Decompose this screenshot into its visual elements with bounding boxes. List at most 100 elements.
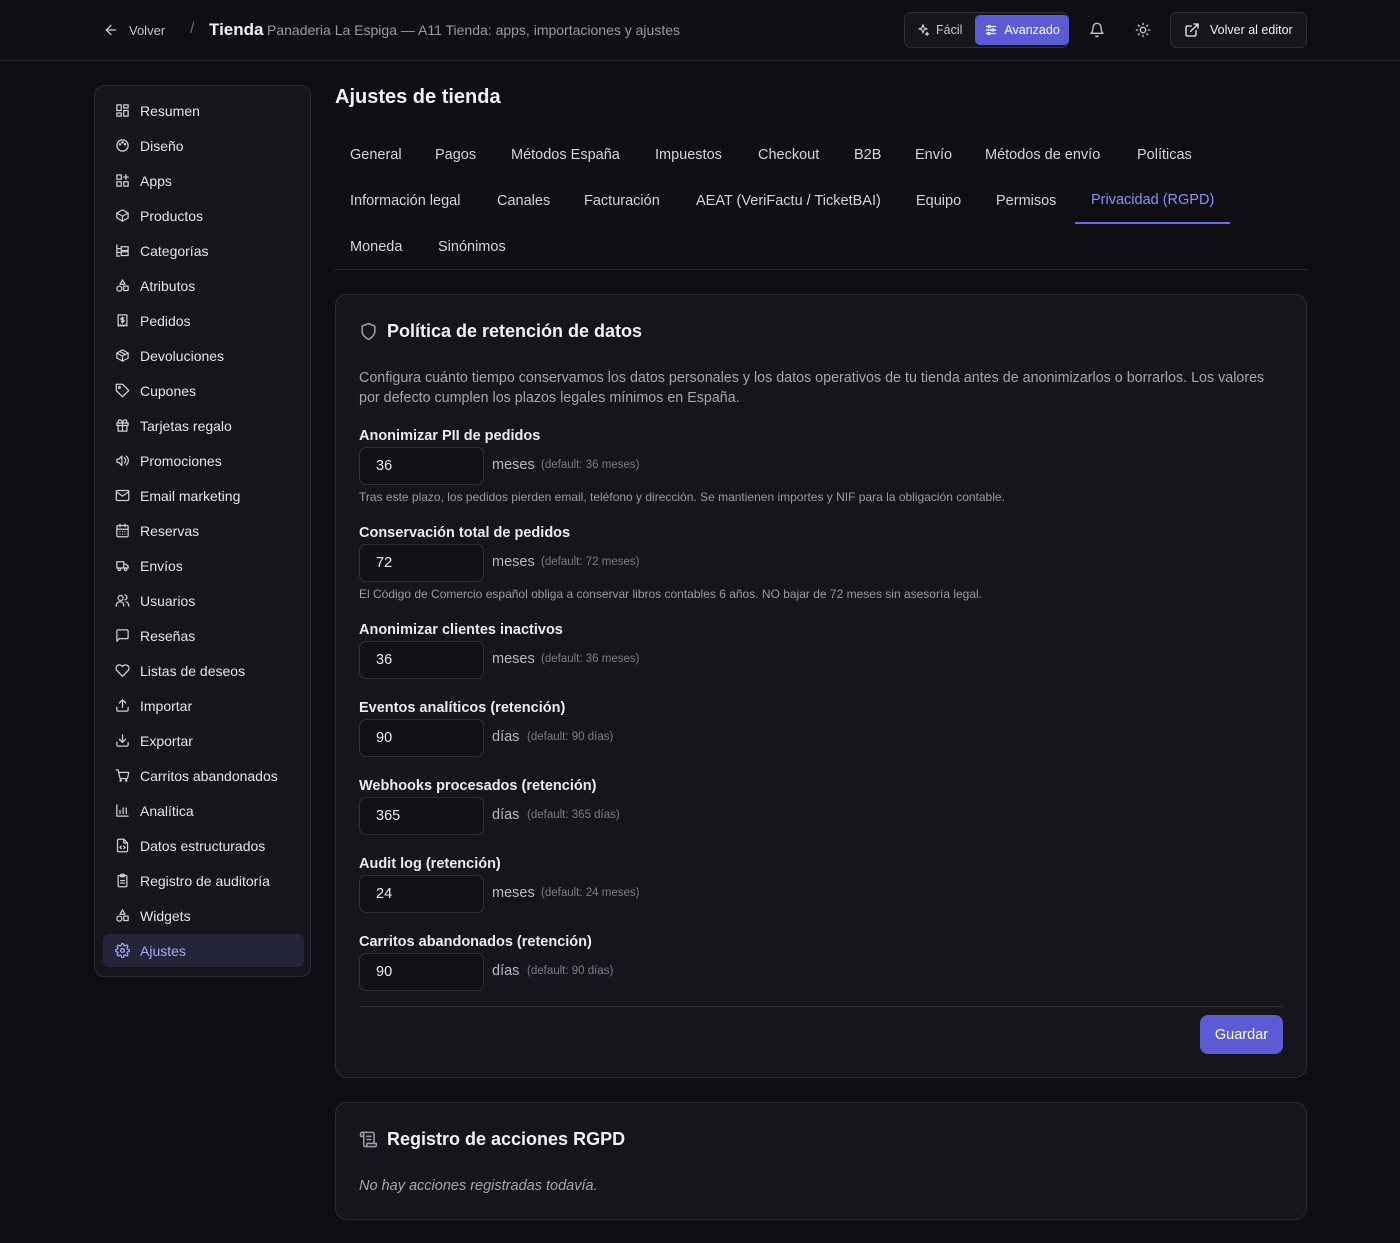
retention-value-input[interactable] xyxy=(359,447,484,485)
tab-envio[interactable]: Envío xyxy=(899,132,968,178)
gift-icon xyxy=(115,418,130,433)
cart-icon xyxy=(115,768,130,783)
receipt-icon xyxy=(115,313,130,328)
sidebar-item-pedidos[interactable]: Pedidos xyxy=(103,304,304,337)
tab-general[interactable]: General xyxy=(334,132,418,178)
scroll-text-icon xyxy=(359,1130,378,1149)
sidebar-item-ajustes[interactable]: Ajustes xyxy=(103,934,304,967)
sidebar-item-reservas[interactable]: Reservas xyxy=(103,514,304,547)
file-code-icon xyxy=(115,838,130,853)
notifications-button[interactable] xyxy=(1085,18,1109,42)
back-label: Volver xyxy=(129,22,166,38)
mode-switch: Fácil Avanzado xyxy=(904,12,1069,48)
tab-politicas[interactable]: Políticas xyxy=(1121,132,1208,178)
theme-toggle-button[interactable] xyxy=(1131,18,1155,42)
field-label: Audit log (retención) xyxy=(359,856,501,872)
sidebar-item-resumen[interactable]: Resumen xyxy=(103,94,304,127)
sidebar-item-label: Resumen xyxy=(140,102,200,119)
retention-policy-header: Política de retención de datos xyxy=(359,321,642,342)
tab-moneda[interactable]: Moneda xyxy=(334,224,418,270)
sidebar: Resumen Diseño Apps Productos Categorías Atri… xyxy=(94,85,311,977)
save-button[interactable]: Guardar xyxy=(1200,1015,1283,1054)
tab-privacidad-rgpd[interactable]: Privacidad (RGPD) xyxy=(1075,178,1231,224)
sidebar-item-label: Registro de auditoría xyxy=(140,872,270,889)
grid-icon xyxy=(115,103,130,118)
sidebar-item-resenas[interactable]: Reseñas xyxy=(103,619,304,652)
field-default: (default: 72 meses) xyxy=(541,556,640,568)
sidebar-item-usuarios[interactable]: Usuarios xyxy=(103,584,304,617)
sidebar-item-label: Reseñas xyxy=(140,627,196,644)
mode-easy-label: Fácil xyxy=(936,23,963,37)
breadcrumb-separator: / xyxy=(190,20,195,37)
tab-sinonimos[interactable]: Sinónimos xyxy=(422,224,522,270)
retention-value-input[interactable] xyxy=(359,797,484,835)
sidebar-item-label: Envíos xyxy=(140,557,183,574)
back-button[interactable]: Volver xyxy=(103,18,165,42)
shapes-icon xyxy=(115,278,130,293)
sidebar-item-apps[interactable]: Apps xyxy=(103,164,304,197)
field-default: (default: 365 días) xyxy=(527,809,620,821)
tab-aeat-verifactu-ticketbai[interactable]: AEAT (VeriFactu / TicketBAI) xyxy=(680,178,897,224)
sidebar-item-analitica[interactable]: Analítica xyxy=(103,794,304,827)
sidebar-item-categorias[interactable]: Categorías xyxy=(103,234,304,267)
sidebar-item-label: Analítica xyxy=(140,802,194,819)
retention-value-input[interactable] xyxy=(359,544,484,582)
sidebar-item-label: Tarjetas regalo xyxy=(140,417,232,434)
sidebar-item-registro-de-auditoria[interactable]: Registro de auditoría xyxy=(103,864,304,897)
sidebar-item-tarjetas-regalo[interactable]: Tarjetas regalo xyxy=(103,409,304,442)
sidebar-item-cupones[interactable]: Cupones xyxy=(103,374,304,407)
sidebar-item-label: Listas de deseos xyxy=(140,662,246,679)
sidebar-item-devoluciones[interactable]: Devoluciones xyxy=(103,339,304,372)
mode-easy-button[interactable]: Fácil xyxy=(907,15,971,45)
back-to-editor-button[interactable]: Volver al editor xyxy=(1170,12,1307,48)
sidebar-item-label: Carritos abandonados xyxy=(140,767,278,784)
tab-metodos-espana[interactable]: Métodos España xyxy=(495,132,636,178)
retention-value-input[interactable] xyxy=(359,953,484,991)
box-icon xyxy=(115,208,130,223)
tab-checkout[interactable]: Checkout xyxy=(742,132,835,178)
field-unit: días xyxy=(492,963,520,979)
tab-b2b[interactable]: B2B xyxy=(838,132,897,178)
retention-value-input[interactable] xyxy=(359,641,484,679)
field-unit: meses xyxy=(492,457,535,473)
sidebar-item-atributos[interactable]: Atributos xyxy=(103,269,304,302)
retention-value-input[interactable] xyxy=(359,875,484,913)
rgpd-log-empty-text: No hay acciones registradas todavía. xyxy=(359,1178,598,1194)
tab-facturacion[interactable]: Facturación xyxy=(568,178,676,224)
tab-impuestos[interactable]: Impuestos xyxy=(639,132,738,178)
sun-icon xyxy=(1135,22,1151,38)
tab-pagos[interactable]: Pagos xyxy=(419,132,492,178)
tab-permisos[interactable]: Permisos xyxy=(980,178,1072,224)
mail-icon xyxy=(115,488,130,503)
sidebar-item-datos-estructurados[interactable]: Datos estructurados xyxy=(103,829,304,862)
rgpd-log-header: Registro de acciones RGPD xyxy=(359,1129,625,1150)
field-unit: meses xyxy=(492,885,535,901)
sidebar-item-email-marketing[interactable]: Email marketing xyxy=(103,479,304,512)
sidebar-item-carritos-abandonados[interactable]: Carritos abandonados xyxy=(103,759,304,792)
settings-tabs: General Pagos Métodos España Impuestos Check… xyxy=(334,132,1307,270)
sidebar-item-exportar[interactable]: Exportar xyxy=(103,724,304,757)
retention-value-input[interactable] xyxy=(359,719,484,757)
sidebar-item-productos[interactable]: Productos xyxy=(103,199,304,232)
sidebar-item-widgets[interactable]: Widgets xyxy=(103,899,304,932)
mode-advanced-button[interactable]: Avanzado xyxy=(975,15,1069,45)
sidebar-item-importar[interactable]: Importar xyxy=(103,689,304,722)
sidebar-item-listas-de-deseos[interactable]: Listas de deseos xyxy=(103,654,304,687)
field-label: Conservación total de pedidos xyxy=(359,525,571,541)
sidebar-item-envios[interactable]: Envíos xyxy=(103,549,304,582)
users-icon xyxy=(115,593,130,608)
field-unit: días xyxy=(492,729,520,745)
external-link-icon xyxy=(1184,22,1200,38)
mode-advanced-label: Avanzado xyxy=(1004,23,1060,37)
sidebar-item-promociones[interactable]: Promociones xyxy=(103,444,304,477)
tab-informacion-legal[interactable]: Información legal xyxy=(334,178,476,224)
sidebar-item-label: Pedidos xyxy=(140,312,191,329)
tab-metodos-de-envio[interactable]: Métodos de envío xyxy=(969,132,1116,178)
tab-canales[interactable]: Canales xyxy=(481,178,566,224)
sidebar-item-label: Widgets xyxy=(140,907,191,924)
sidebar-item-diseno[interactable]: Diseño xyxy=(103,129,304,162)
tag-icon xyxy=(115,383,130,398)
tab-equipo[interactable]: Equipo xyxy=(900,178,977,224)
field-unit: días xyxy=(492,807,520,823)
retention-policy-title: Política de retención de datos xyxy=(387,321,643,341)
